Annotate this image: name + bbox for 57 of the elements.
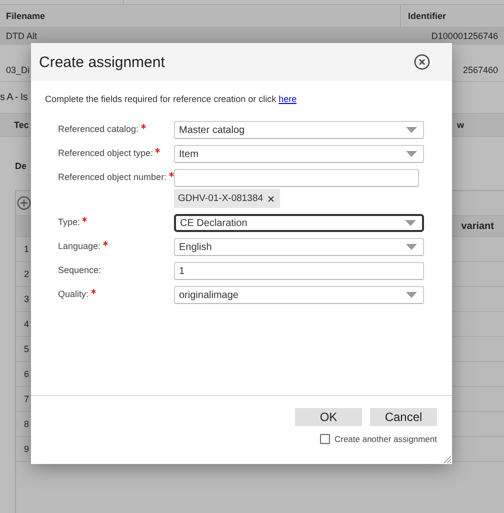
dialog-button[interactable]: Cancel [370, 408, 437, 426]
filename-cell: 03_Di [6, 65, 30, 75]
required-icon [168, 172, 174, 177]
field-label: Quality: [58, 289, 89, 299]
here-link[interactable]: here [278, 94, 297, 104]
row-number: 8 [24, 419, 30, 429]
field-label: Referenced object number: [58, 172, 167, 182]
identifier-cell: 2567460 [462, 65, 498, 75]
row-number: 5 [24, 344, 30, 354]
row-number: 6 [24, 369, 30, 379]
required-icon [140, 124, 146, 129]
document-heading: s A - Is [0, 92, 28, 103]
resize-grip-icon[interactable] [443, 455, 451, 463]
column-header[interactable]: variant [461, 220, 494, 232]
instruction-text: Complete the fields required for reference creation or click here [45, 94, 298, 104]
close-icon[interactable] [414, 54, 430, 70]
tab[interactable]: Tec [14, 120, 29, 130]
field-label: Sequence: [58, 265, 102, 275]
column-header[interactable]: Filename [6, 11, 46, 21]
dropdown-caret-icon [406, 292, 417, 298]
dropdown-caret-icon [406, 127, 417, 133]
identifier-cell: D100001256746 [431, 31, 498, 41]
dropdown-field[interactable]: English [174, 238, 424, 256]
dialog-title: Create assignment [39, 54, 165, 70]
dropdown-field[interactable]: CE Declaration [174, 214, 424, 232]
tag-chip: GDHV-01-X-081384 [174, 189, 280, 208]
dropdown-field[interactable]: Master catalog [174, 121, 424, 139]
input-field[interactable]: 1 [174, 262, 424, 280]
remove-icon[interactable] [268, 196, 274, 202]
checkbox-label: Create another assignment [334, 434, 437, 444]
filename-cell: DTD Alt [6, 31, 38, 41]
dropdown-field[interactable]: Item [174, 145, 424, 163]
field-label: Referenced object type: [58, 148, 154, 158]
row-number: 3 [24, 294, 30, 304]
field-label: Language: [58, 241, 101, 251]
dropdown-caret-icon [406, 151, 417, 157]
required-icon [82, 217, 88, 222]
dropdown-field[interactable]: originalimage [174, 286, 424, 304]
row-number: 4 [24, 319, 30, 329]
dropdown-caret-icon [406, 244, 417, 250]
field-label: Referenced catalog: [58, 124, 139, 134]
section-label: De [15, 161, 27, 171]
column-header[interactable]: Identifier [408, 11, 446, 21]
field-label: Type: [58, 217, 80, 227]
dialog-button[interactable]: OK [295, 408, 362, 426]
dropdown-caret-icon [405, 220, 416, 226]
row-number: 1 [24, 244, 30, 254]
row-number: 2 [24, 269, 30, 279]
row-number: 9 [24, 444, 30, 454]
required-icon [90, 289, 96, 294]
required-icon [155, 148, 160, 153]
input-field[interactable] [174, 169, 419, 187]
row-number: 7 [24, 394, 30, 404]
checkbox[interactable] [320, 434, 330, 444]
tab[interactable]: w [456, 120, 464, 130]
add-icon[interactable] [17, 196, 31, 210]
required-icon [102, 241, 108, 246]
